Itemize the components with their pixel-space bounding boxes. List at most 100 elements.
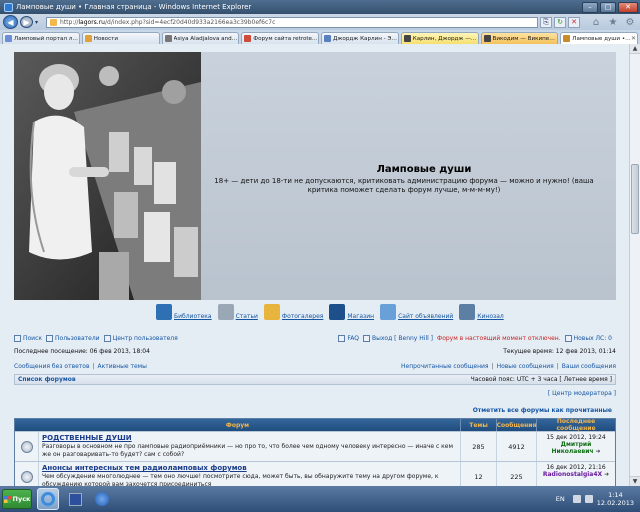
tab-lamp-portal[interactable]: Ламповый портал лю...	[2, 32, 80, 44]
unanswered-link[interactable]: Сообщения без ответов	[14, 363, 90, 370]
ucp-icon	[103, 334, 111, 342]
forum-link-announcements[interactable]: Анонсы интересных тем радиоламповых фору…	[42, 464, 457, 472]
tab-close-icon[interactable]: ✕	[631, 35, 637, 42]
compatibility-view-button[interactable]: ⎘	[540, 16, 552, 28]
page-viewport: Ламповые души 18+ — дети до 18-ти не доп…	[0, 44, 629, 486]
goto-last-post-icon[interactable]: ➜	[595, 448, 600, 455]
private-messages-link[interactable]: Новых ЛС: 0	[564, 334, 612, 342]
vertical-scrollbar[interactable]: ▲ ▼	[629, 44, 640, 486]
classifieds-icon	[380, 304, 397, 320]
back-button[interactable]: ◀	[3, 15, 18, 29]
favorites-icon[interactable]: ★	[606, 16, 620, 29]
users-link[interactable]: Пользователи	[46, 334, 100, 342]
tab-asiya[interactable]: Asiya Aladjalova and V...	[161, 32, 240, 44]
nav-articles[interactable]: Статьи	[217, 304, 258, 320]
start-button[interactable]: Пуск	[2, 489, 32, 509]
nav-library[interactable]: Библиотека	[156, 304, 212, 320]
forum-link-related-souls[interactable]: РОДСТВЕННЫЕ ДУШИ	[42, 434, 457, 442]
network-icon[interactable]	[572, 495, 581, 503]
tab-favicon	[244, 35, 252, 42]
language-indicator[interactable]: EN	[556, 495, 565, 503]
last-post-user[interactable]: Дмитрий Николаевич	[551, 441, 593, 455]
search-icon	[14, 334, 21, 342]
board-offline-notice: Форум в настоящий момент отключен.	[437, 334, 561, 342]
topics-count: 12	[461, 462, 497, 486]
taskbar-download-button[interactable]	[91, 488, 113, 510]
url-domain: lagors.ru	[78, 18, 105, 26]
window-title: Ламповые души • Главная страница - Windo…	[16, 3, 252, 11]
posts-count: 4912	[497, 432, 537, 461]
tab-favicon	[403, 35, 411, 42]
logout-link[interactable]: Выход [ Benny Hill ]	[363, 334, 433, 342]
minimize-button[interactable]: –	[582, 1, 598, 13]
scroll-thumb[interactable]	[631, 164, 639, 234]
tab-george-carlin[interactable]: Джордж Карлин - Эт...	[321, 32, 399, 44]
close-button[interactable]: ✕	[618, 1, 638, 13]
tab-vikodim-wiki[interactable]: Викодим — Википедия	[480, 32, 559, 44]
nav-classifieds[interactable]: Сайт объявлений	[380, 304, 453, 320]
nav-cinema[interactable]: Кинозал	[459, 304, 504, 320]
film-icon	[459, 304, 476, 320]
search-link[interactable]: Поиск	[14, 334, 42, 342]
forum-read-icon	[20, 470, 33, 483]
ie-app-icon	[4, 2, 13, 12]
nav-shop[interactable]: Магазин	[329, 304, 374, 320]
shop-cart-icon	[329, 304, 346, 320]
taskbar-save-button[interactable]	[64, 488, 86, 510]
forum-read-icon	[20, 440, 33, 453]
photogallery-icon	[263, 304, 280, 320]
ucp-link[interactable]: Центр пользователя	[103, 334, 178, 342]
moderator-cp-link[interactable]: [ Центр модератора ]	[14, 390, 616, 397]
active-topics-link[interactable]: Активные темы	[98, 363, 147, 370]
home-icon[interactable]: ⌂	[589, 16, 603, 29]
tab-carlin-wiki[interactable]: Карлин, Джордж — В...	[400, 32, 479, 44]
mark-all-read-link[interactable]: Отметить все форумы как прочитанные	[14, 407, 616, 414]
page-icon	[50, 18, 57, 26]
download-arrow-icon	[95, 492, 109, 506]
new-posts-link[interactable]: Новые сообщения	[497, 363, 554, 370]
unread-posts-link[interactable]: Непрочитанные сообщения	[401, 363, 489, 370]
current-time-text: Текущее время: 12 фев 2013, 01:14	[503, 348, 616, 355]
your-posts-link[interactable]: Ваши сообщения	[562, 363, 616, 370]
tab-news[interactable]: Новости	[81, 32, 160, 44]
col-forum: Форум	[15, 419, 461, 431]
stop-button[interactable]: ✕	[568, 16, 580, 28]
taskbar-ie-button[interactable]	[37, 488, 59, 510]
url-path: /d/index.php?sid=4ecf20d40d933a2166ea3c3…	[104, 18, 276, 26]
forum-table: Форум Темы Сообщения Последнее сообщение…	[14, 418, 616, 486]
forward-button[interactable]: ▶	[20, 16, 33, 28]
maximize-button[interactable]: □	[600, 1, 616, 13]
forum-description: Чем обсуждение многолюднее — тем оно люч…	[42, 473, 439, 486]
col-last-post: Последнее сообщение	[556, 418, 596, 432]
breadcrumb-forum-index[interactable]: Список форумов	[18, 376, 76, 383]
last-post-date: 16 дек 2012, 21:16	[546, 464, 606, 471]
forum-description: Разговоры в основном не про ламповые рад…	[42, 443, 454, 458]
clock-time: 1:14	[608, 491, 623, 499]
forum-table-header: Форум Темы Сообщения Последнее сообщение	[15, 418, 615, 432]
visit-info: Последнее посещение: 06 фев 2013, 18:04 …	[14, 348, 616, 355]
refresh-button[interactable]: ↻	[554, 16, 566, 28]
clock-date: 12.02.2013	[596, 499, 634, 507]
scroll-up-arrow[interactable]: ▲	[630, 44, 640, 54]
clock[interactable]: 1:14 12.02.2013	[597, 491, 634, 507]
volume-icon[interactable]	[584, 495, 593, 503]
tools-gear-icon[interactable]: ⚙	[623, 16, 637, 29]
faq-link[interactable]: FAQ	[338, 334, 359, 342]
url-input[interactable]: http://lagors.ru/d/index.php?sid=4ecf20d…	[46, 16, 538, 28]
goto-last-post-icon[interactable]: ➜	[604, 471, 609, 478]
recent-pages-dropdown[interactable]: ▾	[35, 19, 43, 26]
nav-photogallery[interactable]: Фотогалерея	[263, 304, 323, 320]
tab-retrotex-forum[interactable]: Форум сайта retrotex...	[241, 32, 319, 44]
tab-strip: Ламповый портал лю... Новости Asiya Alad…	[0, 30, 640, 44]
posts-count: 225	[497, 462, 537, 486]
scroll-down-arrow[interactable]: ▼	[630, 476, 640, 486]
last-post-user[interactable]: Radionostalgia4X	[543, 471, 602, 478]
users-icon	[46, 334, 54, 342]
windows-flag-icon	[3, 495, 11, 503]
forum-header: Ламповые души 18+ — дети до 18-ти не доп…	[14, 52, 616, 300]
taskbar: Пуск EN 1:14 12.02.2013	[0, 486, 640, 512]
tab-favicon	[563, 35, 571, 42]
floppy-disk-icon	[68, 492, 82, 506]
tab-lamp-souls[interactable]: Ламповые души • ... ✕	[560, 32, 638, 44]
faq-icon	[338, 334, 346, 342]
